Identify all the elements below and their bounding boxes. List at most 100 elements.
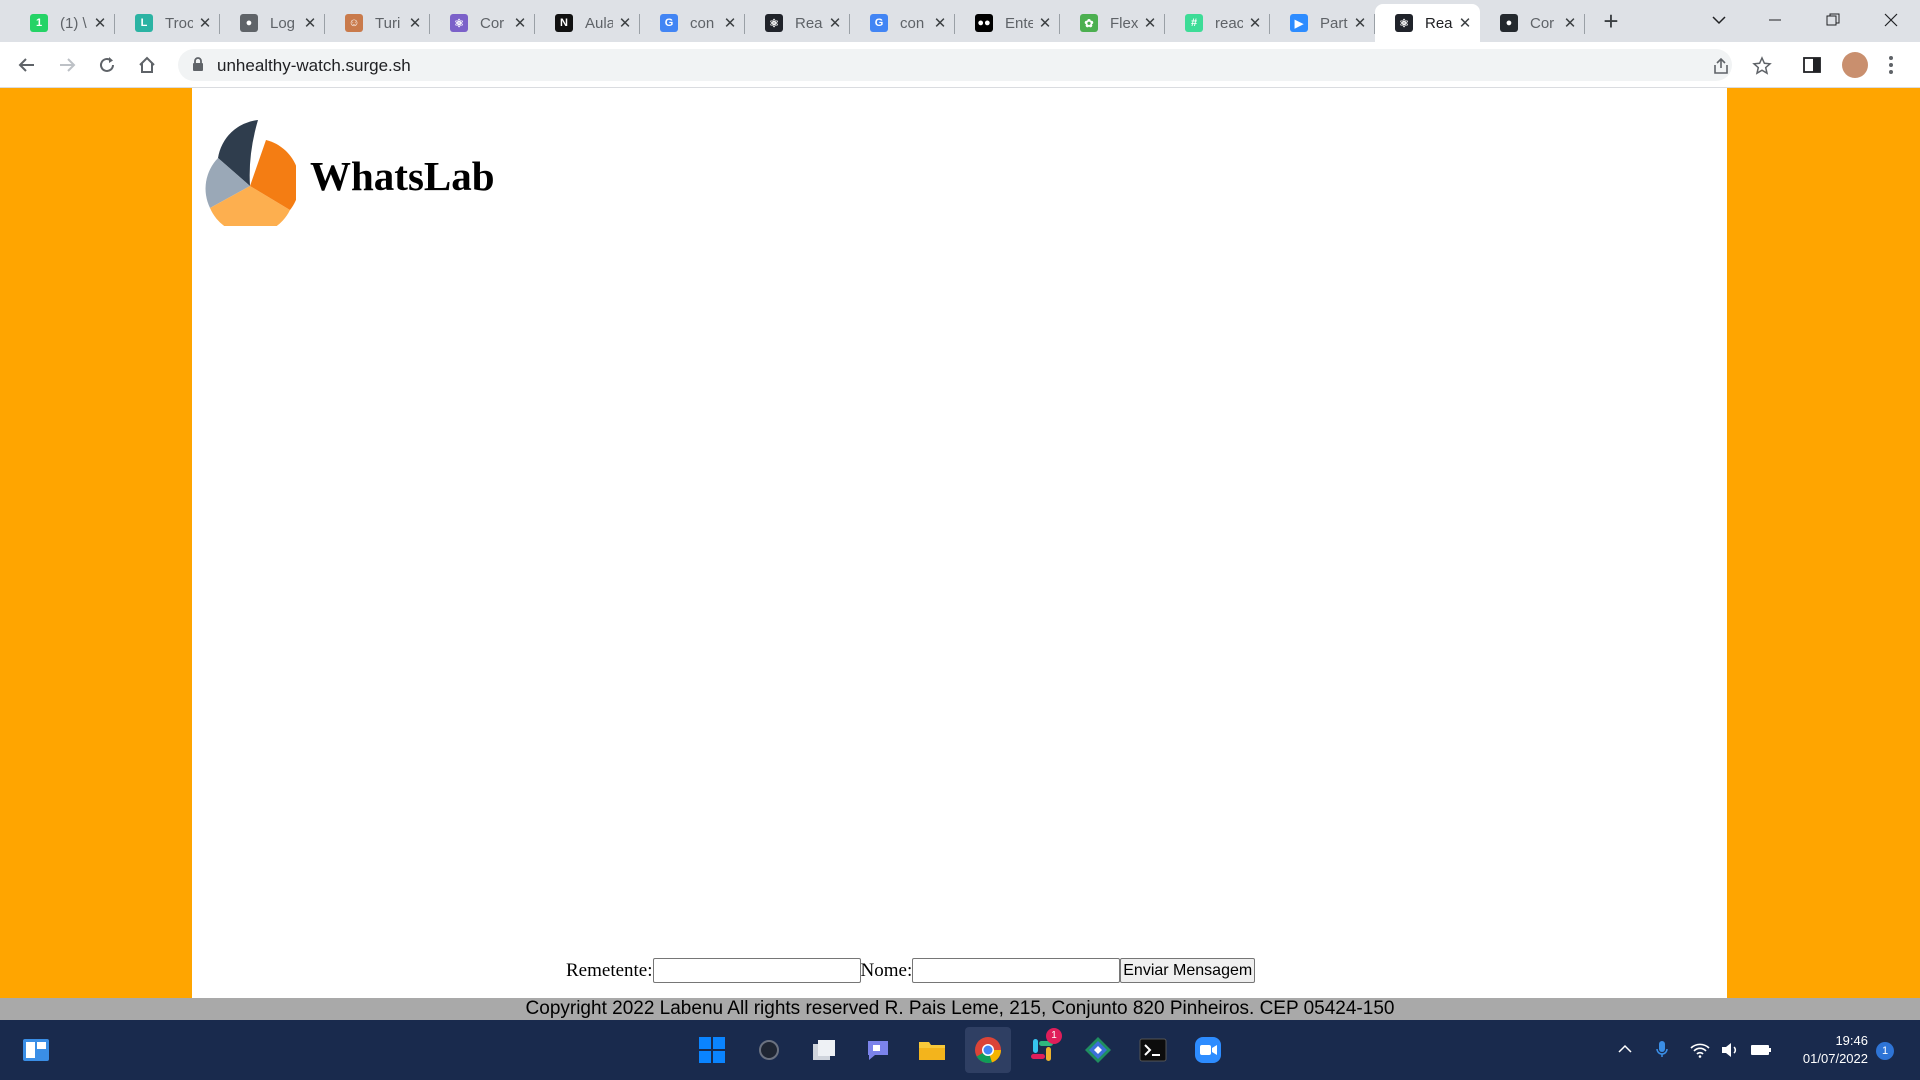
microphone-icon[interactable] bbox=[1656, 1040, 1668, 1058]
url-text[interactable]: unhealthy-watch.surge.sh bbox=[217, 56, 411, 76]
teams-chat-button[interactable] bbox=[860, 1032, 896, 1068]
browser-tab[interactable]: ⚛ Cor ✕ bbox=[430, 4, 535, 42]
battery-icon[interactable] bbox=[1750, 1043, 1772, 1057]
back-arrow-icon bbox=[18, 58, 34, 72]
tab-close-icon[interactable]: ✕ bbox=[1353, 14, 1367, 32]
zoom-icon bbox=[1195, 1037, 1221, 1063]
search-taskbar-button[interactable] bbox=[751, 1032, 787, 1068]
medium-icon: ●● bbox=[975, 14, 993, 32]
globe-icon: ● bbox=[240, 14, 258, 32]
minimize-button[interactable] bbox=[1752, 4, 1798, 36]
git-tool-button[interactable] bbox=[1080, 1032, 1116, 1068]
browser-tab[interactable]: L Troc ✕ bbox=[115, 4, 220, 42]
tab-title: con bbox=[690, 14, 715, 32]
browser-tab[interactable]: 1 (1) \ ✕ bbox=[10, 4, 115, 42]
tab-close-icon[interactable]: ✕ bbox=[513, 14, 527, 32]
back-button[interactable] bbox=[11, 49, 43, 81]
browser-tab[interactable]: Gcon ✕ bbox=[850, 4, 955, 42]
tab-title: Part bbox=[1320, 14, 1348, 32]
tab-title: Turi bbox=[375, 14, 401, 32]
start-button[interactable] bbox=[694, 1032, 730, 1068]
tab-close-icon[interactable]: ✕ bbox=[1248, 14, 1262, 32]
tab-search-chevron-icon[interactable] bbox=[1696, 4, 1742, 36]
new-tab-button[interactable]: + bbox=[1598, 6, 1624, 36]
tab-title: Cor bbox=[1530, 14, 1555, 32]
labenu-icon: L bbox=[135, 14, 153, 32]
notion-icon: N bbox=[555, 14, 573, 32]
browser-tab[interactable]: ✿ Flex ✕ bbox=[1060, 4, 1165, 42]
avatar-icon: ☺ bbox=[345, 14, 363, 32]
profile-avatar[interactable] bbox=[1842, 52, 1868, 78]
send-message-button[interactable]: Enviar Mensagem bbox=[1120, 958, 1256, 983]
terminal-button[interactable] bbox=[1135, 1032, 1171, 1068]
tab-close-icon[interactable]: ✕ bbox=[1563, 14, 1577, 32]
message-form: Remetente: Nome: Enviar Mensagem bbox=[566, 958, 1256, 983]
code-icon: # bbox=[1185, 14, 1203, 32]
forward-button[interactable] bbox=[51, 49, 83, 81]
tab-close-icon[interactable]: ✕ bbox=[93, 14, 107, 32]
tab-close-icon[interactable]: ✕ bbox=[1143, 14, 1157, 32]
browser-tab[interactable]: ⚛ Rea ✕ bbox=[1375, 4, 1480, 42]
whatsapp-icon: 1 bbox=[30, 14, 48, 32]
zoom-button[interactable] bbox=[1190, 1032, 1226, 1068]
page-footer: Copyright 2022 Labenu All rights reserve… bbox=[0, 998, 1920, 1020]
browser-tab[interactable]: ▶ Part ✕ bbox=[1270, 4, 1375, 42]
tab-close-icon[interactable]: ✕ bbox=[198, 14, 212, 32]
menu-kebab-icon[interactable] bbox=[1888, 55, 1894, 75]
browser-tab[interactable]: N Aula ✕ bbox=[535, 4, 640, 42]
windows-taskbar: 1 19:46 01/07/2022 1 bbox=[0, 1020, 1920, 1080]
home-button[interactable] bbox=[131, 49, 163, 81]
tab-close-icon[interactable]: ✕ bbox=[933, 14, 947, 32]
tab-close-icon[interactable]: ✕ bbox=[828, 14, 842, 32]
sender-input[interactable] bbox=[652, 958, 861, 983]
address-bar[interactable]: unhealthy-watch.surge.sh bbox=[178, 49, 1772, 81]
widgets-button[interactable] bbox=[18, 1032, 54, 1068]
browser-tab[interactable]: ● Log ✕ bbox=[220, 4, 325, 42]
notification-badge[interactable]: 1 bbox=[1876, 1042, 1894, 1060]
volume-icon[interactable] bbox=[1720, 1042, 1740, 1058]
browser-tab[interactable]: ⚛ Rea ✕ bbox=[745, 4, 850, 42]
wifi-icon[interactable] bbox=[1690, 1042, 1710, 1058]
tab-close-icon[interactable]: ✕ bbox=[408, 14, 422, 32]
app-container: WhatsLab Remetente: Nome: Enviar Mensage… bbox=[192, 88, 1727, 998]
search-icon bbox=[759, 1040, 779, 1060]
chrome-icon bbox=[975, 1037, 1002, 1064]
tab-strip: 1 (1) \ ✕ L Troc ✕ ● Log ✕ ☺ Turi ✕ ⚛ Cor ✕ N Aula ✕ Gcon ✕… bbox=[0, 0, 1920, 42]
close-window-button[interactable] bbox=[1868, 4, 1914, 36]
browser-tab[interactable]: ● Cor ✕ bbox=[1480, 4, 1585, 42]
zoom-icon: ▶ bbox=[1290, 14, 1308, 32]
restore-button[interactable] bbox=[1810, 4, 1856, 36]
google-icon: G bbox=[660, 14, 678, 32]
browser-tab[interactable]: ☺ Turi ✕ bbox=[325, 4, 430, 42]
tab-title: Ente bbox=[1005, 14, 1033, 32]
tab-separator bbox=[1584, 14, 1585, 34]
github-icon: ● bbox=[1500, 14, 1518, 32]
tab-close-icon[interactable]: ✕ bbox=[1038, 14, 1052, 32]
clock-time: 19:46 bbox=[1835, 1033, 1868, 1048]
file-explorer-button[interactable] bbox=[914, 1032, 950, 1068]
browser-tab[interactable]: # reac ✕ bbox=[1165, 4, 1270, 42]
share-icon[interactable] bbox=[1712, 57, 1730, 75]
chrome-taskbar-button[interactable] bbox=[965, 1027, 1011, 1073]
tab-close-icon[interactable]: ✕ bbox=[1458, 14, 1472, 32]
tab-close-icon[interactable]: ✕ bbox=[723, 14, 737, 32]
side-panel-icon[interactable] bbox=[1803, 56, 1821, 74]
reload-button[interactable] bbox=[91, 49, 123, 81]
tray-chevron-up-icon[interactable] bbox=[1618, 1044, 1632, 1054]
bookmark-star-icon[interactable] bbox=[1752, 56, 1772, 76]
frog-icon: ✿ bbox=[1080, 14, 1098, 32]
slack-button[interactable]: 1 bbox=[1024, 1028, 1062, 1068]
slack-badge: 1 bbox=[1046, 1028, 1062, 1044]
clock-date: 01/07/2022 bbox=[1802, 1051, 1868, 1066]
tab-title: Aula bbox=[585, 14, 613, 32]
browser-tab[interactable]: ●● Ente ✕ bbox=[955, 4, 1060, 42]
page-background: WhatsLab Remetente: Nome: Enviar Mensage… bbox=[0, 88, 1920, 1020]
task-view-button[interactable] bbox=[806, 1032, 842, 1068]
browser-tab[interactable]: Gcon ✕ bbox=[640, 4, 745, 42]
tab-close-icon[interactable]: ✕ bbox=[618, 14, 632, 32]
browser-toolbar: unhealthy-watch.surge.sh bbox=[0, 42, 1920, 88]
tab-close-icon[interactable]: ✕ bbox=[303, 14, 317, 32]
system-clock[interactable]: 19:46 01/07/2022 bbox=[1788, 1032, 1868, 1068]
name-label: Nome: bbox=[860, 959, 913, 981]
name-input[interactable] bbox=[912, 958, 1121, 983]
